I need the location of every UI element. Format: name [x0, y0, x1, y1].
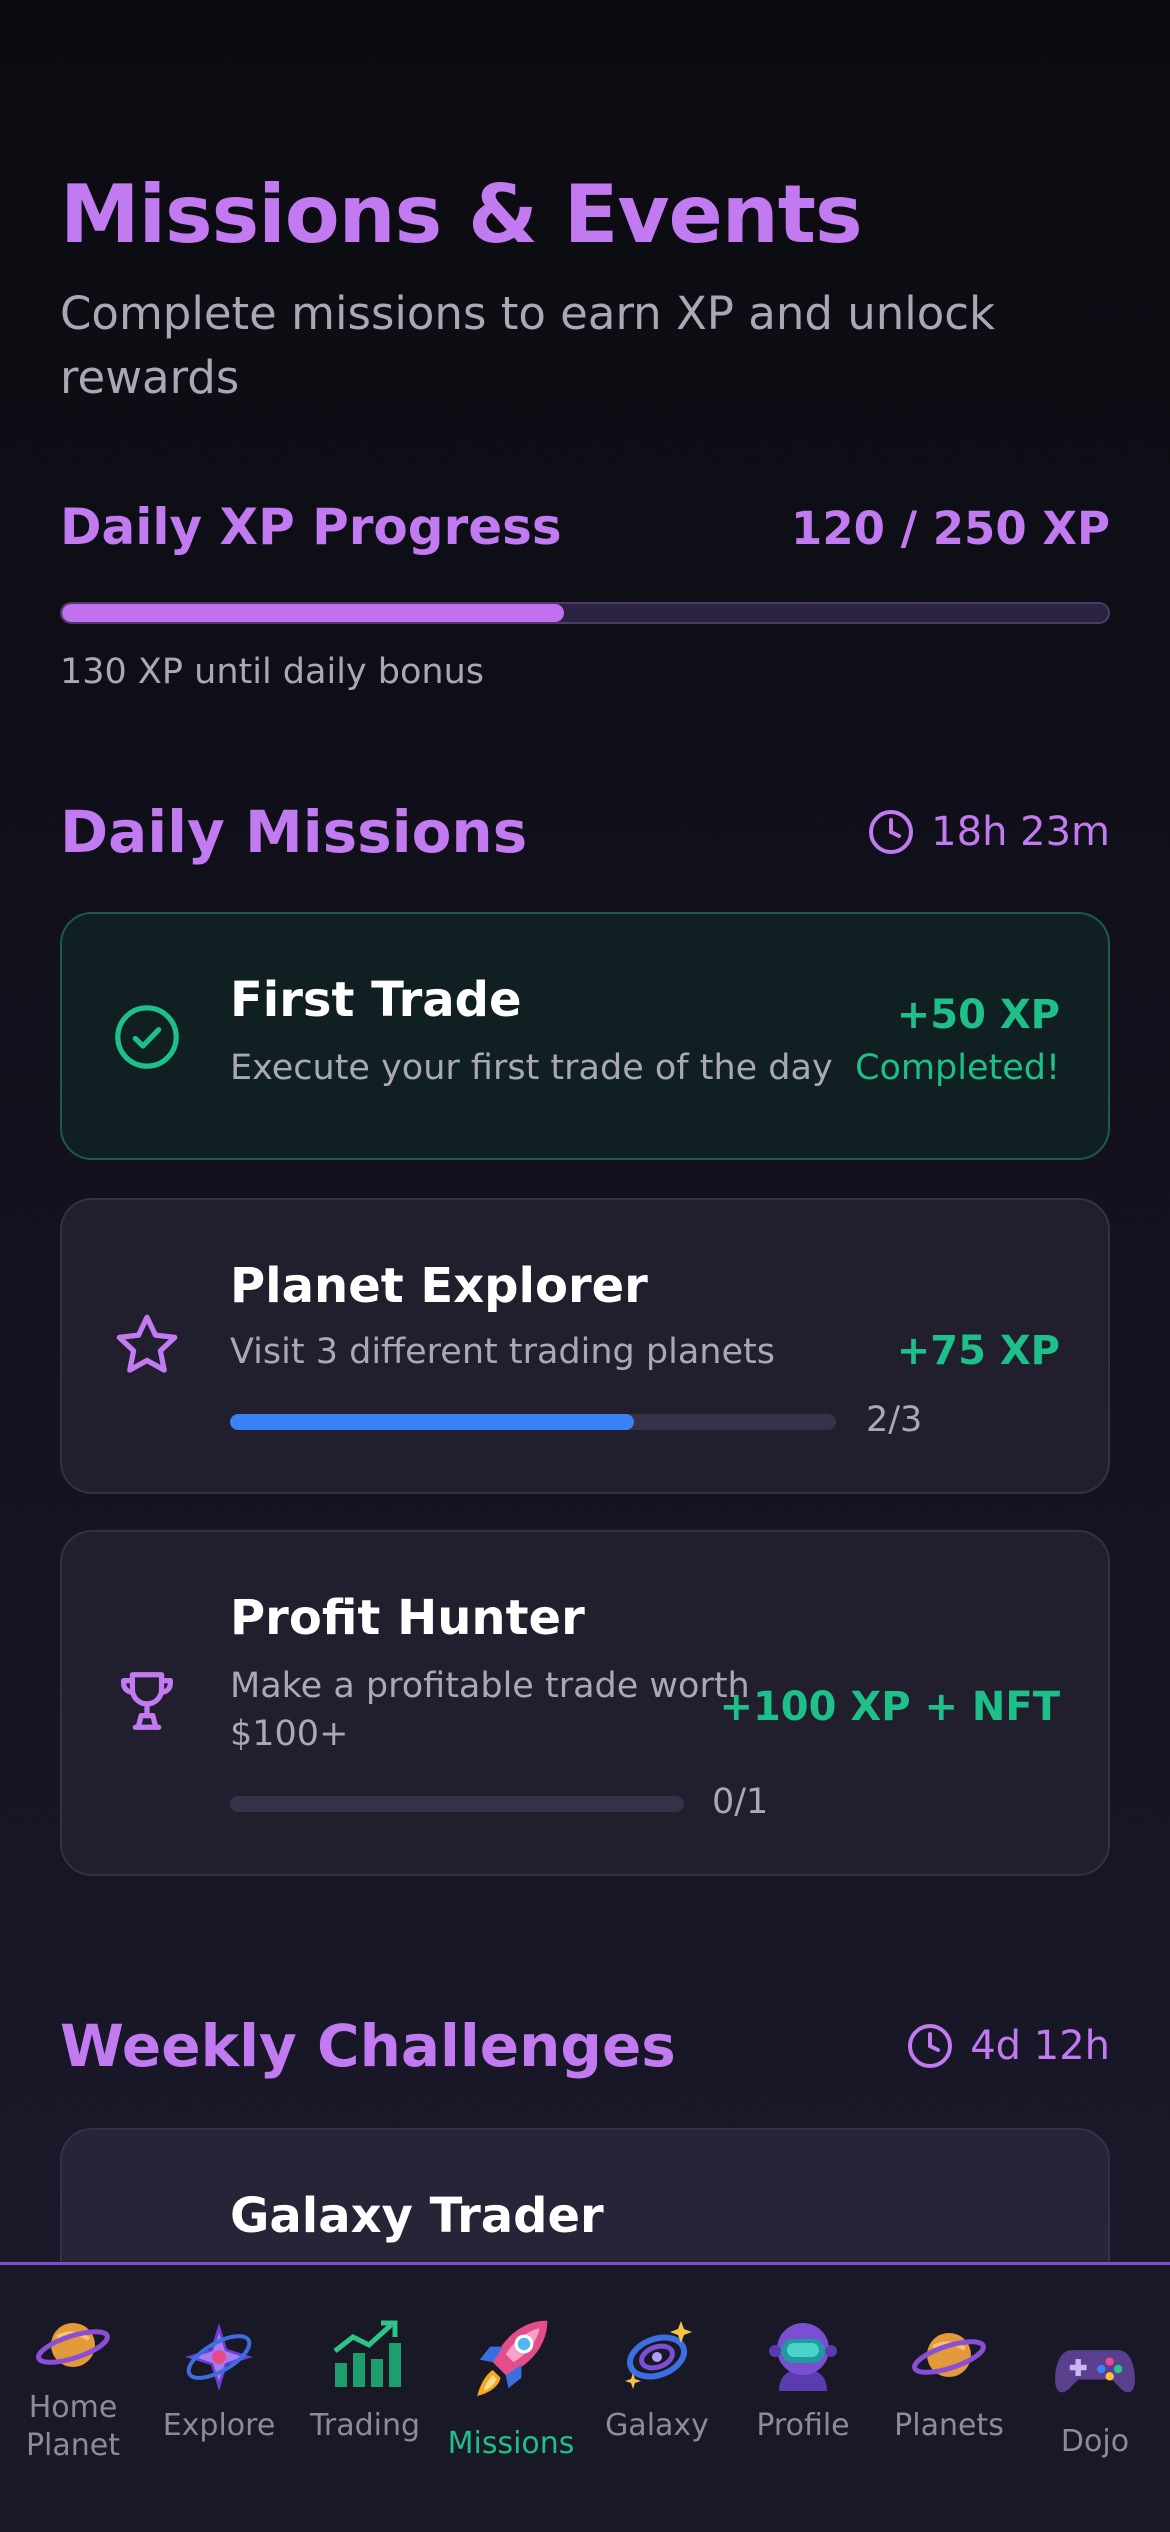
clock-icon — [908, 2024, 953, 2068]
daily-xp-progress-fill — [62, 604, 565, 622]
weekly-challenges-title: Weekly Challenges — [60, 2012, 676, 2080]
nav-item-galaxy[interactable]: Galaxy — [584, 2265, 730, 2532]
nav-label: Dojo — [1060, 2424, 1130, 2459]
mission-description: Make a profitable trade worth $100+ — [230, 1666, 750, 1754]
check-circle-icon — [115, 1005, 179, 1069]
mission-reward: +75 XP — [896, 1328, 1060, 1374]
nav-label: Galaxy — [605, 2408, 709, 2443]
daily-xp-header: Daily XP Progress 120 / 250 XP — [60, 498, 1110, 568]
nav-item-explore[interactable]: Explore — [146, 2265, 292, 2532]
page-title: Missions & Events — [60, 168, 863, 261]
nav-item-trading[interactable]: Trading — [292, 2265, 438, 2532]
mission-title: First Trade — [230, 972, 522, 1028]
mission-reward: +50 XP — [896, 992, 1060, 1038]
star-icon — [116, 1314, 178, 1373]
bottom-nav: Home Planet Explore Trading Missions Gal… — [0, 2262, 1170, 2532]
mission-status: Completed! — [855, 1048, 1060, 1088]
nav-item-profile[interactable]: Profile — [730, 2265, 876, 2532]
nav-item-dojo[interactable]: Dojo — [1022, 2265, 1168, 2532]
ringed-planet-icon — [36, 2323, 110, 2367]
mission-card-first-trade[interactable]: First Trade Execute your first trade of … — [60, 912, 1110, 1160]
mission-title: Planet Explorer — [230, 1258, 648, 1314]
nav-label: Trading — [309, 2408, 421, 2443]
daily-missions-title: Daily Missions — [60, 798, 528, 866]
daily-missions-timer: 18h 23m — [867, 808, 1110, 856]
mission-progress-bar — [230, 1414, 836, 1430]
mission-title: Profit Hunter — [230, 1590, 585, 1646]
galaxy-icon — [625, 2321, 692, 2389]
trophy-icon — [121, 1672, 173, 1730]
weekly-challenges-header: Weekly Challenges 4d 12h — [60, 2012, 1110, 2092]
nav-label: Missions — [447, 2426, 575, 2461]
gamepad-icon — [1055, 2350, 1135, 2393]
nav-label: Explore — [162, 2408, 276, 2443]
nav-item-home-planet[interactable]: Home Planet — [0, 2265, 146, 2532]
daily-xp-value: 120 / 250 XP — [791, 502, 1110, 555]
mission-card-planet-explorer[interactable]: Planet Explorer Visit 3 different tradin… — [60, 1198, 1110, 1494]
mission-description: Execute your first trade of the day — [230, 1048, 833, 1088]
mission-progress-fill — [230, 1414, 635, 1430]
daily-xp-progress-bar — [60, 602, 1110, 624]
daily-missions-timer-text: 18h 23m — [931, 809, 1110, 855]
nav-label: Profile — [756, 2408, 850, 2443]
challenge-title: Galaxy Trader — [230, 2188, 604, 2244]
mission-description: Visit 3 different trading planets — [230, 1332, 775, 1372]
mission-reward: +100 XP + NFT — [719, 1684, 1060, 1730]
rocket-icon — [477, 2320, 548, 2396]
compass-star-icon — [185, 2323, 253, 2391]
astronaut-icon — [769, 2323, 837, 2391]
nav-label: Planets — [894, 2408, 1004, 2443]
page-subtitle: Complete missions to earn XP and unlock … — [60, 287, 996, 404]
weekly-challenges-timer: 4d 12h — [906, 2022, 1110, 2070]
daily-missions-header: Daily Missions 18h 23m — [60, 798, 1110, 878]
chart-up-icon — [333, 2320, 401, 2387]
mission-progress-count: 2/3 — [866, 1400, 923, 1440]
nav-item-planets[interactable]: Planets — [876, 2265, 1022, 2532]
ringed-planet-icon — [912, 2333, 986, 2377]
daily-xp-note: 130 XP until daily bonus — [60, 652, 484, 692]
weekly-challenges-timer-text: 4d 12h — [970, 2023, 1110, 2069]
nav-item-missions[interactable]: Missions — [438, 2265, 584, 2532]
mission-card-profit-hunter[interactable]: Profit Hunter Make a profitable trade wo… — [60, 1530, 1110, 1876]
mission-progress-count: 0/1 — [712, 1782, 769, 1822]
nav-label: Home Planet — [25, 2390, 121, 2463]
mission-progress-bar — [230, 1796, 684, 1812]
daily-xp-title: Daily XP Progress — [60, 498, 562, 556]
clock-icon — [869, 810, 914, 854]
